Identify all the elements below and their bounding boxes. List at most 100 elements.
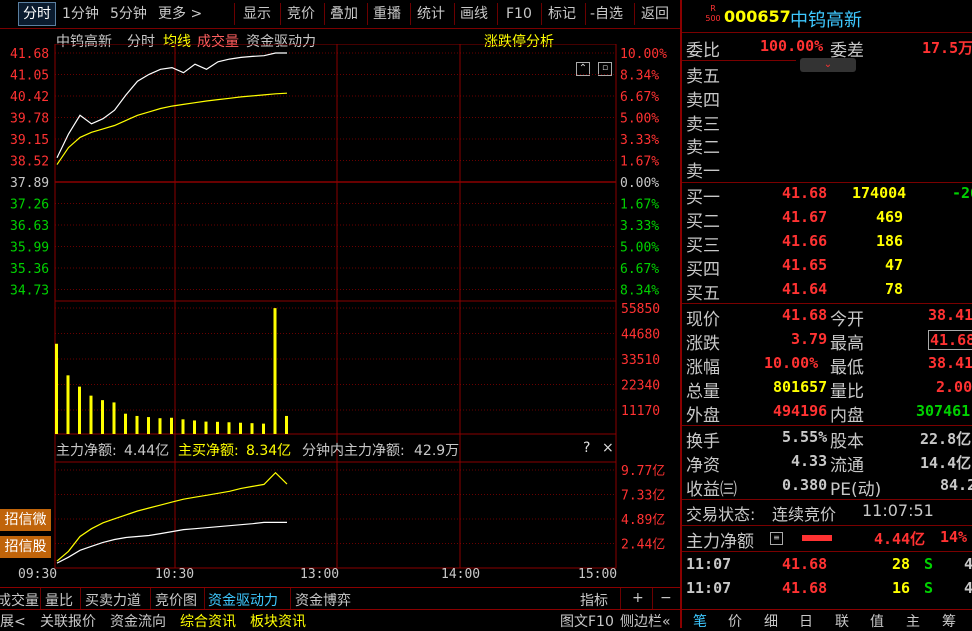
divider — [682, 303, 972, 304]
fund-tick-label: 4.89亿 — [621, 513, 665, 528]
price-tick-label: 41.68 — [10, 47, 49, 62]
change-value: 3.79 — [791, 330, 828, 348]
expand-button[interactable]: 手展< — [0, 611, 26, 631]
close-icon[interactable]: × — [602, 440, 614, 456]
volume-tick-label: 55850 — [621, 302, 660, 317]
open-price: 38.41 — [928, 306, 972, 324]
buy-volume: 174004 — [852, 184, 907, 202]
divider — [682, 499, 972, 500]
tab-divider — [204, 588, 205, 610]
quote-panel: R 500 000657 中钨高新 委比 100.00% 委差 17.5万 ⌄ … — [680, 0, 972, 628]
overlay-button[interactable]: 叠加 — [330, 3, 358, 25]
zoom-out-button[interactable]: − — [660, 590, 672, 606]
sidebar-toggle[interactable]: 侧边栏« — [620, 611, 671, 631]
tab-divider — [620, 588, 621, 610]
quote-label: 最高 — [830, 334, 864, 354]
mark-button[interactable]: 标记 — [548, 3, 576, 25]
f10-button[interactable]: F10 — [506, 3, 532, 25]
buy-row[interactable]: 买一 41.68 174004 -26 — [686, 183, 972, 208]
replay-button[interactable]: 重播 — [373, 3, 401, 25]
tab-1min[interactable]: 1分钟 — [62, 3, 99, 25]
buy-price: 41.64 — [782, 280, 828, 298]
tab-more[interactable]: 更多 > — [158, 3, 202, 25]
sector-news-link[interactable]: 板块资讯 — [250, 611, 306, 631]
tab-volume-ratio[interactable]: 量比 — [45, 590, 73, 610]
zoom-in-button[interactable]: + — [632, 590, 644, 606]
tab-buy-sell-force[interactable]: 买卖力道 — [85, 590, 141, 610]
search-pill[interactable]: 招信股搜 — [0, 536, 51, 558]
buy-net-label: 主买净额: — [178, 443, 239, 459]
help-icon[interactable]: ? — [583, 440, 590, 456]
price-tick-label: 40.42 — [10, 90, 49, 105]
tab-intraday[interactable]: 分时 — [18, 2, 56, 26]
sell-row: 卖二 — [686, 133, 972, 158]
tab-auction-chart[interactable]: 竞价图 — [155, 590, 197, 610]
quote-label: 最低 — [830, 358, 864, 378]
menu-icon[interactable]: ≡ — [770, 532, 783, 545]
stock-code: 000657 — [724, 7, 791, 26]
tab-fund-game[interactable]: 资金博弈 — [295, 590, 351, 610]
buy-row[interactable]: 买五 41.64 78 — [686, 279, 972, 304]
sell-label: 卖三 — [686, 115, 720, 135]
tick-row: 11:07 41.68 16 S 4 — [686, 578, 972, 602]
tick-extra: 4 — [964, 579, 972, 597]
divider — [682, 551, 972, 552]
volume-bar — [250, 423, 254, 434]
sell-label: 卖二 — [686, 138, 720, 158]
indicator-button[interactable]: 指标 — [580, 590, 608, 610]
buy-row[interactable]: 买二 41.67 469 — [686, 207, 972, 232]
display-button[interactable]: 显示 — [243, 3, 271, 25]
pct-tick-label: 5.00% — [620, 241, 659, 256]
buy-price: 41.68 — [782, 184, 828, 202]
fund-label: 收益㈢ — [686, 480, 737, 500]
pct-tick-label: 1.67% — [620, 198, 659, 213]
index-badge: R 500 — [704, 4, 722, 28]
sell-row: 卖三 — [686, 110, 972, 135]
tick-row: 11:07 41.68 28 S 4 — [686, 554, 972, 578]
avg-price-line — [56, 92, 288, 165]
tick-time: 11:07 — [686, 555, 732, 573]
tab-fund-drive[interactable]: 资金驱动力 — [208, 590, 278, 610]
outer-volume: 494196 — [773, 402, 828, 420]
volume-bar — [135, 415, 139, 434]
sell-row: 卖五 — [686, 62, 972, 87]
net-bar — [802, 535, 832, 541]
buy-row[interactable]: 买三 41.66 186 — [686, 231, 972, 256]
float-shares: 14.4亿 — [920, 454, 972, 472]
turnover: 5.55% — [782, 428, 828, 446]
tick-extra: 4 — [964, 555, 972, 573]
tick-side: S — [924, 555, 934, 573]
buy-row[interactable]: 买四 41.65 47 — [686, 255, 972, 280]
intraday-chart[interactable]: 41.68 10.00% 41.05 8.34% 40.42 6.67% 39.78 5.00… — [0, 44, 680, 587]
buy-volume: 469 — [876, 208, 904, 226]
price-tick-label: 41.05 — [10, 69, 49, 84]
back-button[interactable]: 返回 — [641, 3, 669, 25]
fundamental-row: 净资 4.33 流通 14.4亿 — [686, 451, 972, 476]
net-asset: 4.33 — [791, 452, 828, 470]
related-quote-link[interactable]: 关联报价 — [40, 611, 96, 631]
wechat-pill[interactable]: 招信微信 — [0, 509, 51, 531]
stats-button[interactable]: 统计 — [417, 3, 445, 25]
time-tick-label: 15:00 — [578, 567, 617, 582]
tab-volume[interactable]: 成交量 — [0, 590, 39, 610]
fund-flow-link[interactable]: 资金流向 — [110, 611, 166, 631]
quote-row: 涨幅 10.00% 最低 38.41 — [686, 353, 972, 378]
divider — [682, 32, 972, 33]
main-net-row[interactable]: 主力净额 ≡ 4.44亿 14% — [686, 527, 972, 552]
f10-link[interactable]: 图文F10 — [560, 611, 614, 631]
fund-tick-label: 7.33亿 — [621, 489, 665, 504]
pct-tick-label: 0.00% — [620, 176, 659, 191]
quote-label: 量比 — [830, 382, 864, 402]
watchlist-button[interactable]: -自选 — [590, 3, 623, 25]
buy-price: 41.66 — [782, 232, 828, 250]
price-line — [56, 52, 287, 159]
trade-state-row: 交易状态: 连续竞价 11:07:51 — [686, 501, 972, 525]
news-link[interactable]: 综合资讯 — [180, 611, 236, 631]
draw-button[interactable]: 画线 — [460, 3, 488, 25]
volume-bar — [101, 400, 104, 434]
tab-5min[interactable]: 5分钟 — [110, 3, 147, 25]
auction-button[interactable]: 竞价 — [287, 3, 315, 25]
volume-bar — [204, 421, 208, 434]
inner-volume: 307461 — [916, 402, 971, 420]
main-net-value: 4.44亿 — [874, 530, 926, 548]
